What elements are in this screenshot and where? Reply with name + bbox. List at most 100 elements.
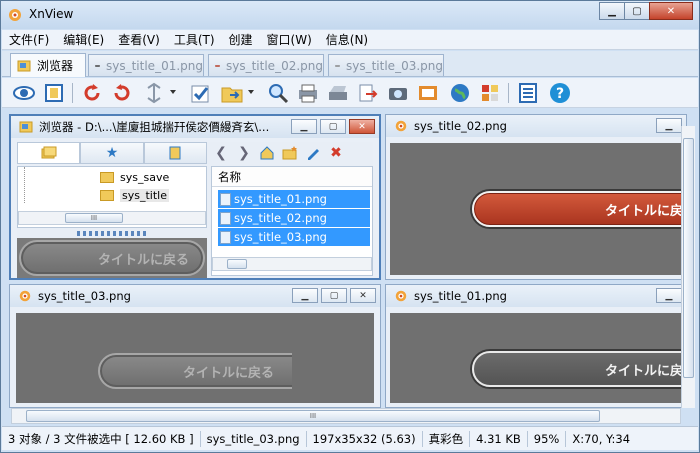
image-thumb-icon (95, 64, 100, 67)
browser-icon (19, 121, 33, 133)
browser-subtabs: ★ (17, 142, 207, 164)
slideshow-icon[interactable] (416, 81, 440, 105)
image-pane-01: sys_title_01.png ▁ タイトルに戻る (385, 284, 687, 408)
help-icon[interactable]: ? (548, 81, 572, 105)
workspace-hscrollbar[interactable]: III (11, 408, 681, 424)
pane-minimize-button[interactable]: ▁ (291, 119, 317, 134)
menu-view[interactable]: 查看(V) (111, 31, 167, 48)
workspace-vscrollbar[interactable] (681, 126, 695, 408)
browser-pane-titlebar[interactable]: 浏览器 - D:\...\崖廈抯城揣幵侯宓價縵斉玄\... ▁ ▢ ✕ (11, 116, 379, 138)
list-item[interactable]: sys_title_02.png (218, 209, 370, 227)
rotate-left-icon[interactable] (80, 81, 104, 105)
forward-arrow-icon[interactable]: ❯ (234, 144, 254, 162)
pane-maximize-button[interactable]: ▢ (320, 119, 346, 134)
image-pane-titlebar[interactable]: sys_title_03.png ▁ ▢ ✕ (10, 285, 380, 307)
rename-icon[interactable] (303, 144, 323, 162)
scroll-thumb[interactable] (683, 138, 694, 378)
game-button-image: タイトルに戻る (472, 351, 686, 387)
menu-window[interactable]: 窗口(W) (260, 31, 319, 48)
tree-item-sys-save[interactable]: sys_save (100, 171, 169, 184)
scroll-thumb[interactable] (227, 259, 247, 269)
flip-dropdown-icon[interactable] (170, 90, 176, 94)
folder-open-icon[interactable] (220, 81, 244, 105)
image-canvas[interactable]: タイトルに戻る (16, 313, 374, 403)
image-canvas[interactable]: タイトルに戻る (390, 143, 686, 275)
image-pane-title: sys_title_03.png (38, 289, 131, 303)
folder-tree: sys_save sys_title III (17, 166, 207, 228)
column-header-name[interactable]: 名称 (212, 167, 372, 187)
tab-label: sys_title_03.png (346, 58, 443, 73)
tab-image-02[interactable]: sys_title_02.png (208, 54, 324, 76)
scroll-thumb[interactable]: III (26, 410, 600, 422)
tab-bar: 浏览器 sys_title_01.png sys_title_02.png sy… (2, 51, 698, 77)
maximize-button[interactable]: ▢ (624, 2, 650, 20)
new-folder-icon[interactable] (280, 144, 300, 162)
menu-create[interactable]: 创建 (222, 31, 260, 48)
export-icon[interactable] (356, 81, 380, 105)
flip-icon[interactable] (142, 81, 166, 105)
menu-file[interactable]: 文件(F) (2, 31, 56, 48)
tree-item-label: sys_title (120, 189, 169, 202)
menu-tools[interactable]: 工具(T) (167, 31, 222, 48)
tab-image-03[interactable]: sys_title_03.png (328, 54, 444, 76)
filelist-hscrollbar[interactable] (212, 257, 372, 271)
tab-label: 浏览器 (37, 59, 74, 73)
camera-icon[interactable] (386, 81, 410, 105)
status-color-mode: 真彩色 (423, 430, 471, 447)
minimize-button[interactable]: ▁ (599, 2, 625, 20)
tree-item-label: sys_save (120, 171, 170, 184)
home-icon[interactable] (257, 144, 277, 162)
title-bar: XnView ▁ ▢ ✕ (1, 1, 699, 29)
menu-info[interactable]: 信息(N) (319, 31, 375, 48)
image-pane-02: sys_title_02.png ▁ タイトルに戻る (385, 114, 687, 280)
folder-dropdown-icon[interactable] (248, 90, 254, 94)
image-pane-titlebar[interactable]: sys_title_02.png ▁ (386, 115, 686, 137)
folders-icon (41, 146, 57, 159)
pane-minimize-button[interactable]: ▁ (656, 118, 682, 133)
properties-icon[interactable] (516, 81, 540, 105)
browser-right-column: ❮ ❯ ✖ 名称 sys_title_01.png sys_title_02.p… (211, 142, 373, 276)
tree-item-sys-title[interactable]: sys_title (100, 189, 169, 202)
palette-icon[interactable] (478, 81, 502, 105)
close-button[interactable]: ✕ (649, 2, 693, 20)
close-icon: ✕ (358, 121, 366, 132)
delete-icon[interactable]: ✖ (326, 144, 346, 162)
pane-maximize-button[interactable]: ▢ (321, 288, 347, 303)
folders-subtab[interactable] (17, 142, 81, 164)
svg-text:?: ? (556, 86, 564, 102)
image-canvas[interactable]: タイトルに戻る (390, 313, 686, 403)
pane-close-button[interactable]: ✕ (350, 288, 376, 303)
image-pane-titlebar[interactable]: sys_title_01.png ▁ (386, 285, 686, 307)
pane-minimize-button[interactable]: ▁ (656, 288, 682, 303)
status-dimensions: 197x35x32 (5.63) (307, 430, 423, 447)
favorites-subtab[interactable]: ★ (80, 142, 144, 164)
categories-subtab[interactable] (143, 142, 207, 164)
rotate-right-icon[interactable] (110, 81, 134, 105)
list-item[interactable]: sys_title_03.png (218, 228, 370, 246)
zoom-icon[interactable] (266, 81, 290, 105)
print-icon[interactable] (296, 81, 320, 105)
tab-browser[interactable]: 浏览器 (10, 53, 86, 77)
checkmark-icon[interactable] (188, 81, 212, 105)
main-toolbar: ? (2, 78, 698, 108)
mdi-workspace: 浏览器 - D:\...\崖廈抯城揣幵侯宓價縵斉玄\... ▁ ▢ ✕ ★ sy… (7, 110, 695, 408)
pane-minimize-button[interactable]: ▁ (292, 288, 318, 303)
tab-image-01[interactable]: sys_title_01.png (88, 54, 204, 76)
tree-hscrollbar[interactable]: III (18, 211, 206, 225)
pane-close-button[interactable]: ✕ (349, 119, 375, 134)
status-coordinates: X:70, Y:34 (572, 431, 631, 446)
menu-bar: 文件(F) 编辑(E) 查看(V) 工具(T) 创建 窗口(W) 信息(N) (2, 30, 698, 50)
back-arrow-icon[interactable]: ❮ (211, 144, 231, 162)
fullscreen-icon[interactable] (42, 81, 66, 105)
scanner-icon[interactable] (326, 81, 350, 105)
splitter-grip[interactable] (77, 231, 147, 236)
xnview-logo-icon (19, 290, 31, 302)
web-icon[interactable] (448, 81, 472, 105)
list-item[interactable]: sys_title_01.png (218, 190, 370, 208)
game-button-image: タイトルに戻る (98, 353, 292, 389)
eye-icon[interactable] (12, 81, 36, 105)
browser-icon (17, 60, 31, 71)
menu-edit[interactable]: 编辑(E) (56, 31, 111, 48)
scroll-thumb[interactable]: III (65, 213, 123, 223)
png-file-icon (220, 211, 231, 225)
